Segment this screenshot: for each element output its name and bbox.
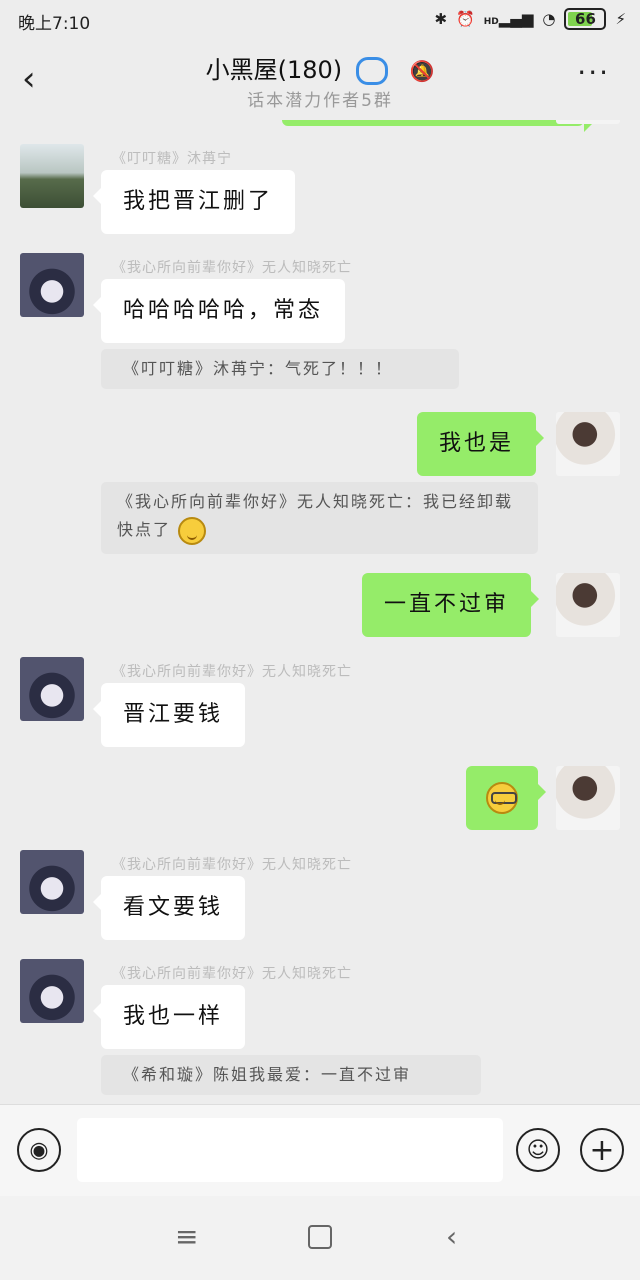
quoted-reply[interactable]: 《希和璇》陈姐我最爱：一直不过审	[101, 1055, 481, 1095]
message-bubble[interactable]: 我也一样	[92, 985, 246, 1049]
status-bar: 晚上7:10 ✱ ⏰ HD▂▄▆ ◔ 66 ⚡	[0, 0, 640, 40]
sender-name: 《我心所向前辈你好》无人知晓死亡	[112, 857, 352, 873]
back-nav-button[interactable]: ‹	[446, 1220, 457, 1253]
avatar[interactable]	[556, 573, 620, 637]
quote-text: 《我心所向前辈你好》无人知晓死亡：我已经卸载快点了	[117, 492, 514, 539]
plus-icon: +	[589, 1132, 615, 1168]
alarm-icon: ⏰	[456, 10, 475, 28]
voice-icon: ◉	[29, 1137, 49, 1163]
battery-icon: 66	[564, 8, 607, 30]
nerd-face-emoji-icon	[486, 782, 518, 814]
emoji-button[interactable]: ☺	[516, 1128, 560, 1172]
chat-title: 小黑屋(180) 🔕	[0, 50, 640, 85]
sender-name: 《我心所向前辈你好》无人知晓死亡	[112, 664, 352, 680]
sender-name: 《我心所向前辈你好》无人知晓死亡	[112, 260, 352, 276]
bluetooth-icon: ✱	[434, 10, 448, 28]
sender-name: 《叮叮糖》沐苒宁	[112, 151, 232, 167]
quoted-reply[interactable]: 《我心所向前辈你好》无人知晓死亡：我已经卸载快点了	[101, 482, 538, 554]
message-bubble[interactable]: 看文要钱	[92, 876, 246, 940]
sender-name: 《我心所向前辈你好》无人知晓死亡	[112, 966, 352, 982]
more-button[interactable]: ···	[577, 56, 610, 89]
quoted-reply[interactable]: 《叮叮糖》沐苒宁：气死了！！！	[101, 349, 459, 389]
message-text: 晋江要钱	[123, 702, 224, 727]
menu-nav-button[interactable]: ≡	[175, 1220, 198, 1253]
voice-input-button[interactable]: ◉	[17, 1128, 61, 1172]
input-bar: ◉ ☺ +	[0, 1104, 640, 1197]
avatar[interactable]	[20, 144, 84, 208]
avatar[interactable]	[556, 412, 620, 476]
home-nav-button[interactable]	[308, 1225, 332, 1249]
message-input[interactable]	[77, 1118, 503, 1182]
avatar[interactable]	[20, 850, 84, 914]
chat-subtitle: 话本潜力作者5群	[247, 91, 393, 111]
message-text: 哈哈哈哈哈，常态	[123, 298, 324, 323]
message-text: 我也一样	[123, 1004, 224, 1029]
smile-icon: ☺	[526, 1137, 550, 1163]
message-text: 我把晋江删了	[123, 189, 274, 214]
message-bubble[interactable]: 哈哈哈哈哈，常态	[92, 279, 346, 343]
smile-emoji-icon	[178, 516, 207, 545]
wifi-icon: ◔	[542, 10, 556, 28]
mute-bell-icon: 🔕	[409, 59, 435, 83]
message-bubble[interactable]: 晋江要钱	[92, 683, 246, 747]
message-bubble[interactable]: 我也是	[417, 412, 545, 476]
system-nav-bar: ≡ ‹	[0, 1196, 640, 1280]
message-text: 我也是	[439, 431, 515, 456]
status-time: 晚上7:10	[18, 14, 91, 34]
message-text: 看文要钱	[123, 895, 224, 920]
group-chat-icon	[355, 57, 388, 85]
more-actions-button[interactable]: +	[580, 1128, 624, 1172]
message-text: 一直不过审	[384, 592, 510, 617]
message-bubble[interactable]: 我把晋江删了	[92, 170, 296, 234]
message-list[interactable]: 《叮叮糖》沐苒宁 我把晋江删了 《我心所向前辈你好》无人知晓死亡 哈哈哈哈哈，常…	[0, 120, 640, 1105]
avatar[interactable]	[556, 120, 620, 124]
message-bubble[interactable]	[466, 766, 546, 830]
avatar[interactable]	[20, 959, 84, 1023]
chat-header: ‹ 小黑屋(180) 🔕 话本潜力作者5群 ···	[0, 40, 640, 120]
message-bubble-partial[interactable]	[282, 120, 592, 132]
avatar[interactable]	[556, 766, 620, 830]
avatar[interactable]	[20, 253, 84, 317]
status-icons: ✱ ⏰ HD▂▄▆ ◔ 66 ⚡	[434, 8, 626, 30]
signal-icon: HD▂▄▆	[483, 10, 534, 28]
message-bubble[interactable]: 一直不过审	[362, 573, 540, 637]
charging-icon: ⚡	[615, 10, 626, 28]
avatar[interactable]	[20, 657, 84, 721]
group-name: 小黑屋(180)	[205, 56, 343, 84]
